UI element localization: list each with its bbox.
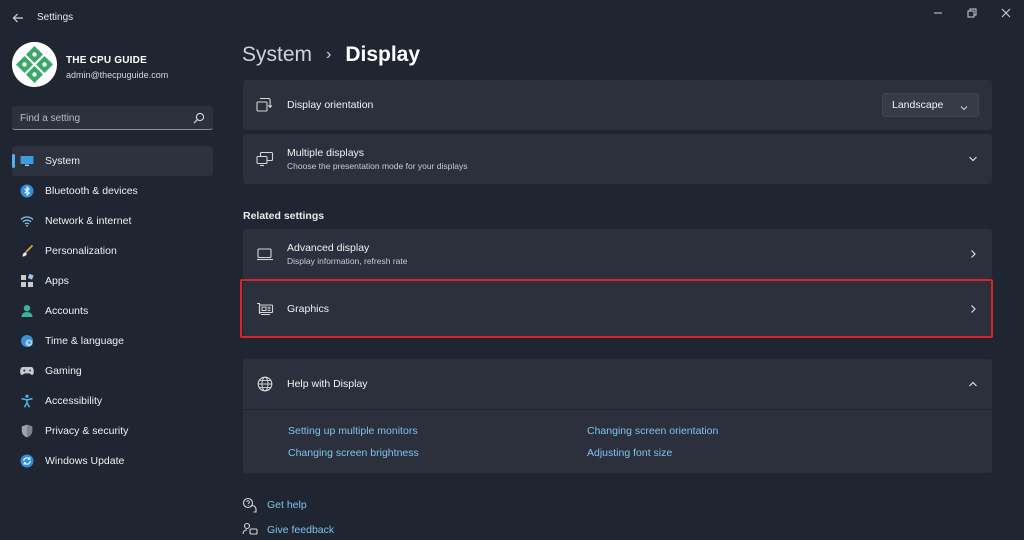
breadcrumb-parent[interactable]: System [242,43,312,67]
breadcrumb: System › Display [242,43,420,67]
multiple-displays-subtitle: Choose the presentation mode for your di… [287,161,468,171]
restore-button[interactable] [958,4,986,22]
help-link[interactable]: Setting up multiple monitors [288,425,418,437]
sidebar-item-label: Apps [45,275,69,287]
bluetooth-icon [20,184,34,198]
rotate-screen-icon [256,96,274,114]
apps-icon [20,274,34,288]
feedback-icon [242,522,258,538]
globe-clock-icon [20,334,34,348]
shield-icon [20,424,34,438]
multiple-displays-title: Multiple displays [287,147,365,159]
sidebar-item-gaming[interactable]: Gaming [12,356,213,386]
sidebar-item-bluetooth[interactable]: Bluetooth & devices [12,176,213,206]
chevron-down-icon [959,100,969,111]
multiple-monitors-icon [256,150,274,168]
advanced-display-title: Advanced display [287,242,370,254]
profile-name: THE CPU GUIDE [66,55,147,66]
sidebar-item-accessibility[interactable]: Accessibility [12,386,213,416]
help-with-display-header[interactable]: Help with Display [243,359,992,409]
get-help-link[interactable]: Get help [242,497,307,513]
sidebar-item-label: System [45,155,81,167]
sidebar-item-accounts[interactable]: Accounts [12,296,213,326]
sidebar-item-system[interactable]: System [12,146,213,176]
restore-icon [967,8,977,18]
help-links-panel: Setting up multiple monitors Changing sc… [243,410,992,473]
sidebar-item-label: Gaming [45,365,82,377]
advanced-display-row[interactable]: Advanced display Display information, re… [243,229,992,279]
brush-icon [20,244,34,258]
close-icon [1001,8,1011,18]
sidebar-item-label: Windows Update [45,455,125,467]
related-settings-heading: Related settings [243,210,325,222]
display-orientation-title: Display orientation [287,99,374,111]
help-link[interactable]: Adjusting font size [587,447,672,459]
highlight-box [240,279,993,338]
page-title: Display [345,43,421,66]
gamepad-icon [20,364,34,378]
profile-email: admin@thecpuguide.com [66,70,169,80]
orientation-value: Landscape [892,99,944,111]
sync-icon [20,454,34,468]
multiple-displays-row[interactable]: Multiple displays Choose the presentatio… [243,134,992,184]
breadcrumb-separator: › [326,46,332,63]
sidebar-item-privacy[interactable]: Privacy & security [12,416,213,446]
sidebar-nav: System Bluetooth & devices Network & int… [12,146,213,476]
monitor-icon [256,245,274,263]
chevron-down-icon[interactable] [967,153,979,165]
sidebar-item-network[interactable]: Network & internet [12,206,213,236]
avatar[interactable] [12,42,57,87]
chevron-up-icon[interactable] [967,378,979,390]
app-title: Settings [37,12,74,23]
accessibility-icon [20,394,34,408]
help-link[interactable]: Changing screen brightness [288,447,419,459]
arrow-left-icon [12,13,23,23]
wifi-icon [20,214,34,228]
sidebar-item-time-language[interactable]: Time & language [12,326,213,356]
sidebar-item-apps[interactable]: Apps [12,266,213,296]
get-help-label: Get help [267,499,307,511]
search-icon[interactable] [192,111,206,125]
orientation-dropdown[interactable]: Landscape [882,93,979,117]
help-title: Help with Display [287,378,368,390]
search-input[interactable] [20,111,190,125]
back-button[interactable] [9,9,27,27]
give-feedback-link[interactable]: Give feedback [242,522,334,538]
sidebar-item-label: Time & language [45,335,124,347]
give-feedback-label: Give feedback [267,524,335,536]
sidebar-item-label: Network & internet [45,215,132,227]
user-profile: THE CPU GUIDE admin@thecpuguide.com [12,42,222,90]
sidebar-item-label: Accounts [45,305,89,317]
minimize-button[interactable] [924,4,952,22]
help-link[interactable]: Changing screen orientation [587,425,718,437]
sidebar-item-label: Personalization [45,245,117,257]
advanced-display-subtitle: Display information, refresh rate [287,256,408,266]
sidebar-item-personalization[interactable]: Personalization [12,236,213,266]
sidebar-item-label: Privacy & security [45,425,129,437]
sidebar-item-label: Bluetooth & devices [45,185,138,197]
search-box[interactable] [12,106,213,130]
title-bar: Settings [0,0,1024,36]
close-button[interactable] [992,4,1020,22]
monitor-icon [20,154,34,168]
person-icon [20,304,34,318]
help-chat-icon [242,497,258,513]
cpu-guide-logo-icon [12,42,57,87]
sidebar-item-windows-update[interactable]: Windows Update [12,446,213,476]
minimize-icon [934,12,942,14]
sidebar-item-label: Accessibility [45,395,103,407]
chevron-right-icon [967,248,979,260]
globe-icon [256,375,274,393]
display-orientation-row: Display orientation [243,80,992,130]
